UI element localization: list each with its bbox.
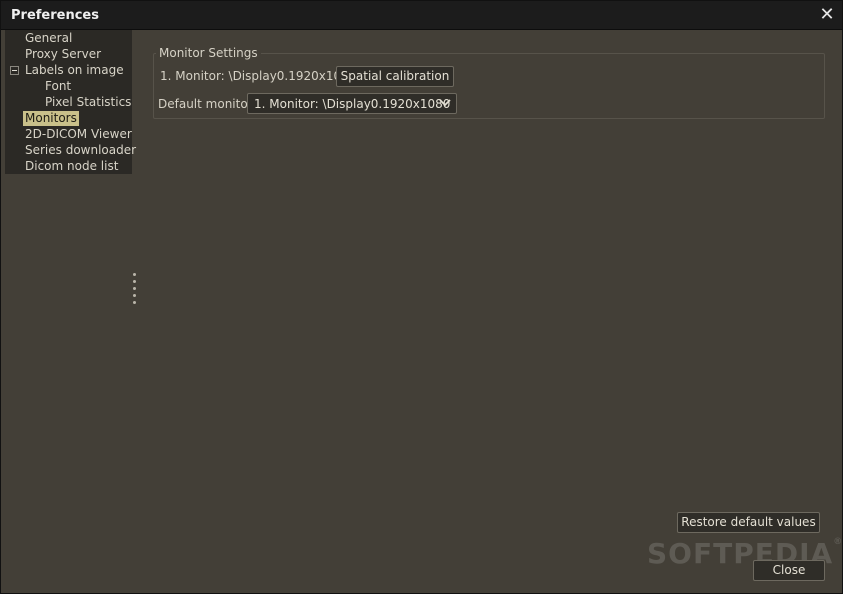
tree-item-series-downloader[interactable]: Series downloader — [23, 143, 138, 158]
tree-item-general[interactable]: General — [23, 31, 74, 46]
preferences-tree: General Proxy Server Labels on image Fon… — [5, 30, 136, 174]
minus-box-icon[interactable] — [10, 66, 19, 75]
tree-item-font[interactable]: Font — [43, 79, 73, 94]
tree-item-pixel-statistics[interactable]: Pixel Statistics — [43, 95, 133, 110]
spatial-calibration-button[interactable]: Spatial calibration — [336, 66, 454, 87]
default-monitor-value: 1. Monitor: \Display0.1920x1080 — [254, 97, 451, 111]
close-icon[interactable]: ✕ — [818, 6, 836, 24]
tree-item-labels-on-image[interactable]: Labels on image — [23, 63, 126, 78]
monitor-label: 1. Monitor: \Display0.1920x1080 — [160, 69, 357, 83]
title-bar: Preferences ✕ — [1, 1, 842, 30]
tree-item-monitors[interactable]: Monitors — [23, 111, 79, 126]
drag-handle-icon[interactable] — [132, 271, 138, 307]
preferences-window: Preferences ✕ General Proxy Server Label… — [0, 0, 843, 594]
tree-item-proxy-server[interactable]: Proxy Server — [23, 47, 103, 62]
window-title: Preferences — [11, 8, 99, 23]
restore-default-values-button[interactable]: Restore default values — [677, 512, 820, 533]
default-monitor-select[interactable]: 1. Monitor: \Display0.1920x1080 — [247, 93, 457, 114]
close-button[interactable]: Close — [753, 560, 825, 581]
tree-item-2d-dicom-viewer[interactable]: 2D-DICOM Viewer — [23, 127, 134, 142]
chevron-down-icon — [439, 99, 451, 107]
monitor-settings-title: Monitor Settings — [156, 46, 261, 60]
default-monitor-label: Default monitor: — [158, 97, 257, 111]
tree-item-dicom-node-list[interactable]: Dicom node list — [23, 159, 120, 174]
